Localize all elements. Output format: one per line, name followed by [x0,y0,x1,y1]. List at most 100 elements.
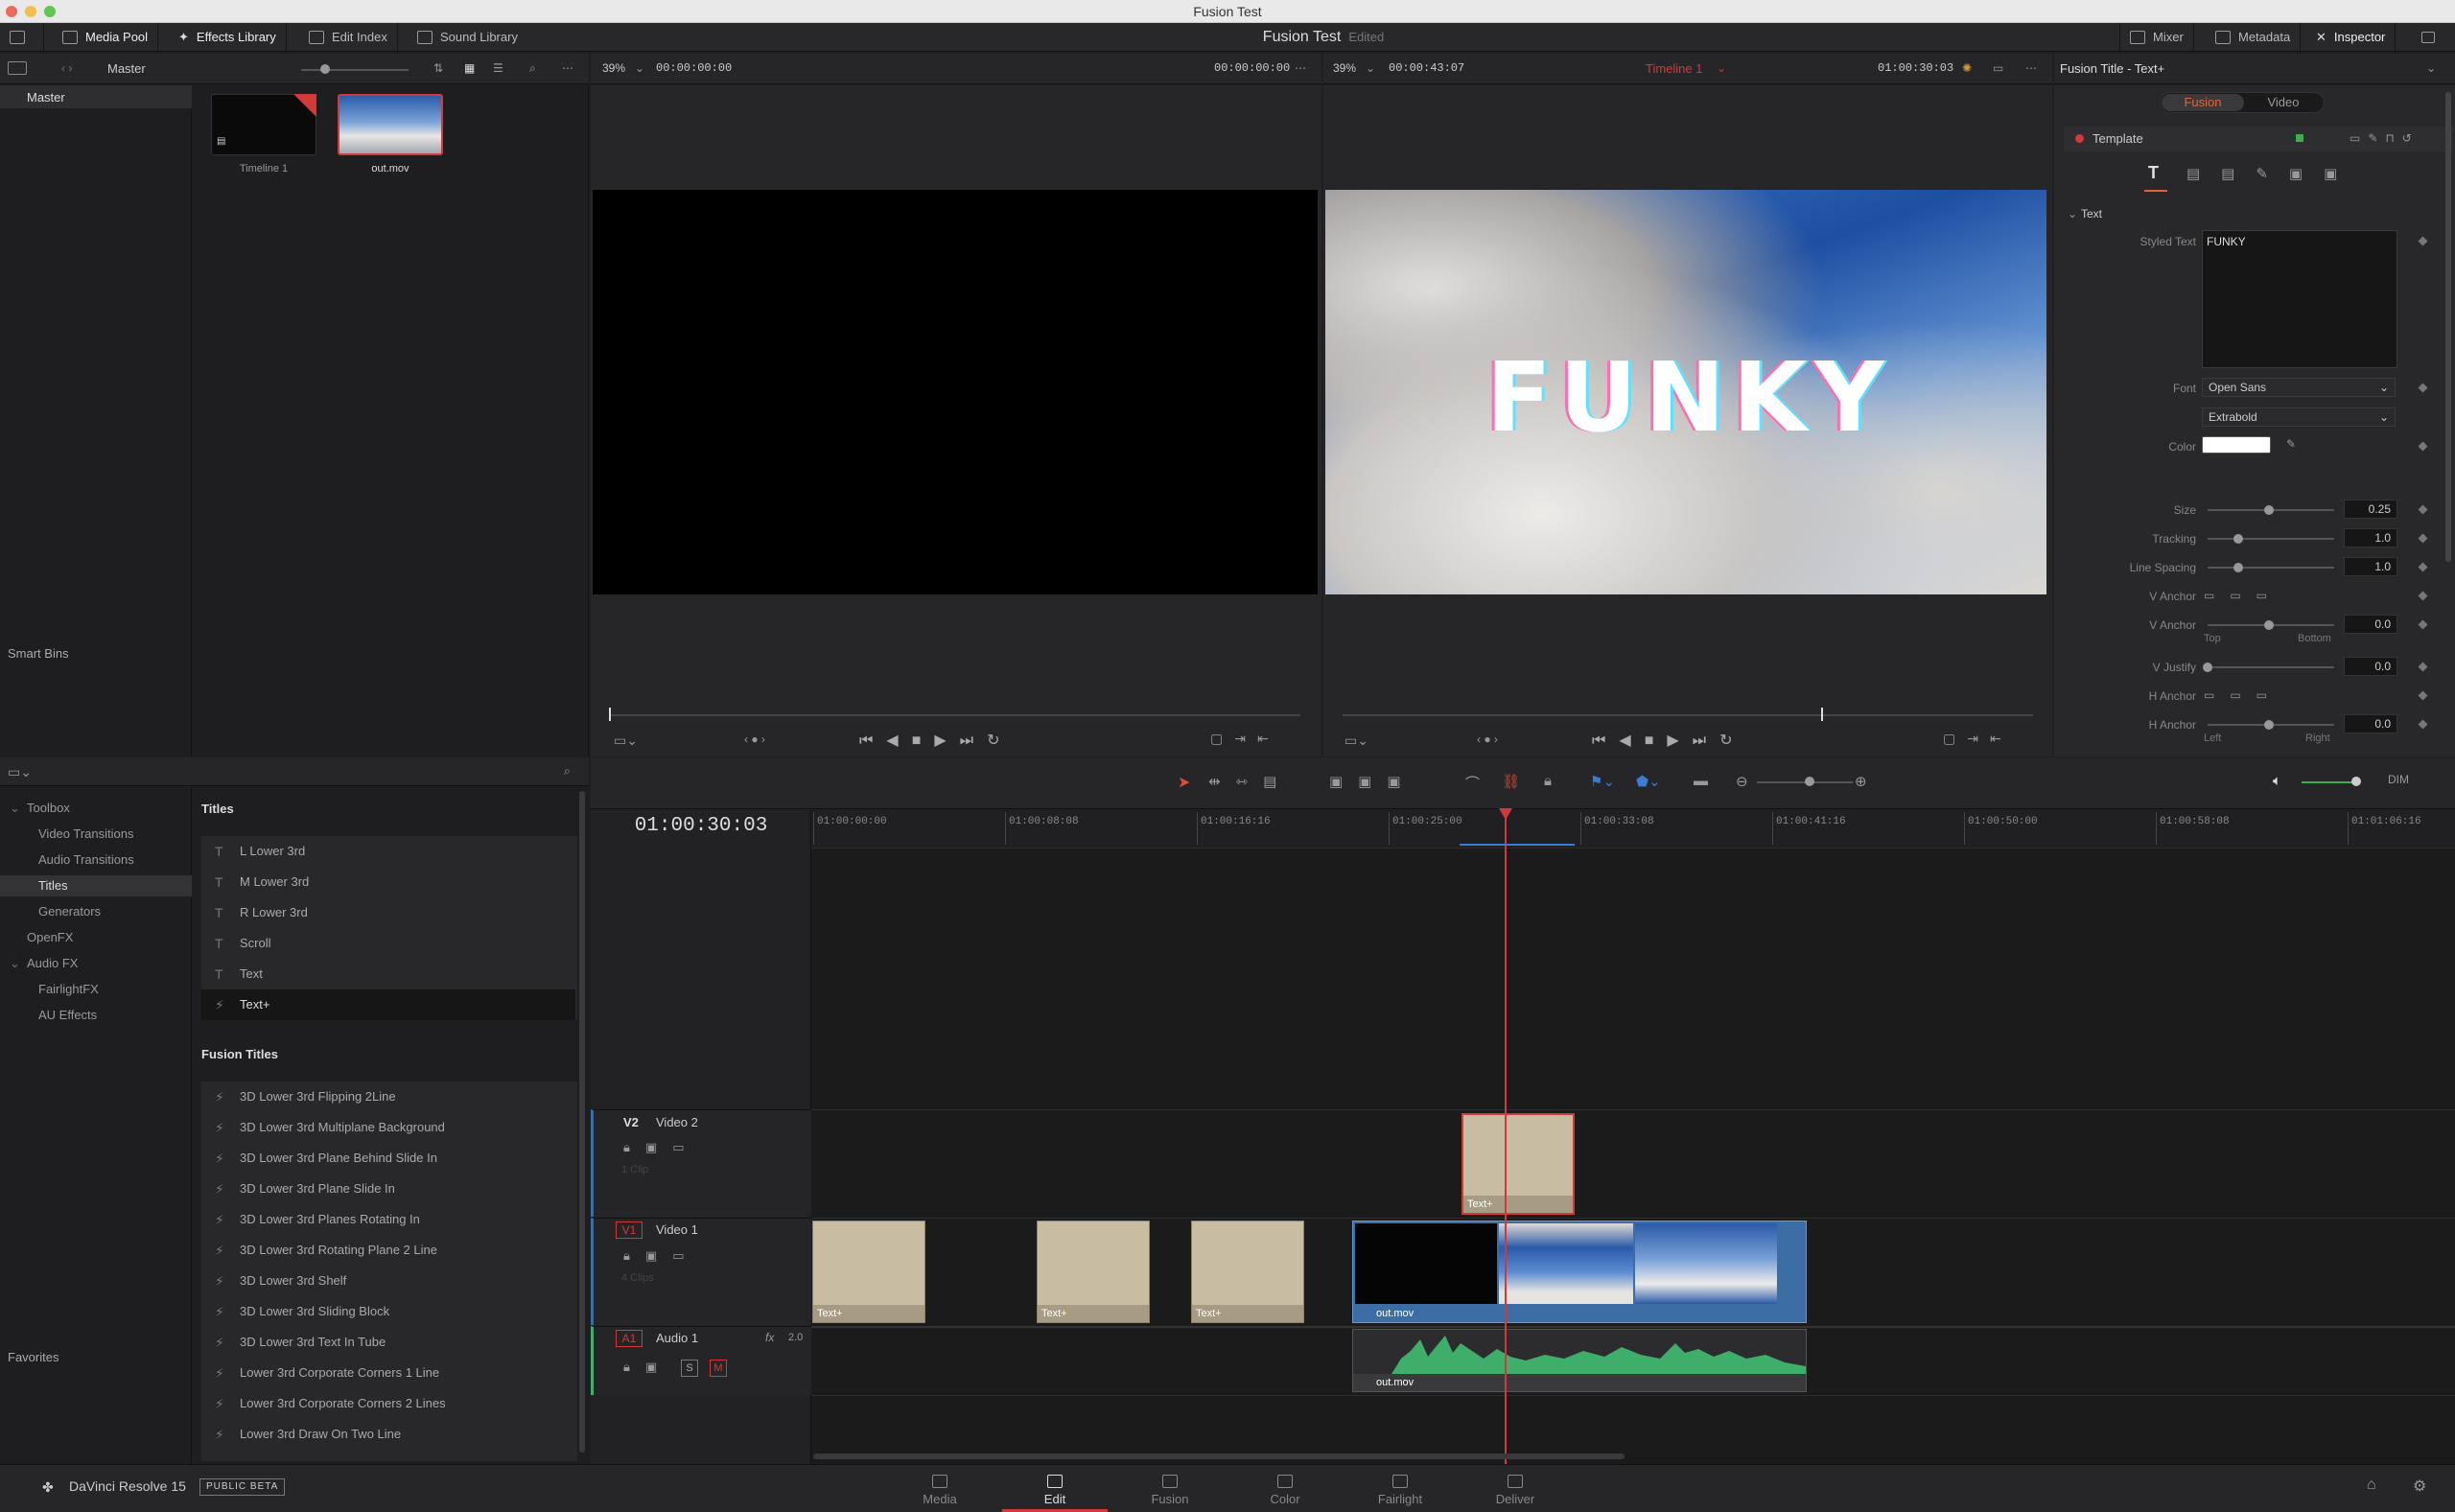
v-anchor-slider-knob[interactable] [2264,620,2274,630]
track-a1-fx[interactable]: fx [765,1331,774,1344]
fusion-title-list-item[interactable]: ⚡︎ 3D Lower 3rd Plane Behind Slide In [201,1143,575,1174]
source-zoom-chevron-icon[interactable]: ⌄ [635,61,644,75]
tree-item[interactable]: ⌄ Toolbox [0,798,192,819]
text-tab-icon[interactable]: T [2148,163,2159,183]
track-v1-controls[interactable]: 🔒︎▣▭ [623,1248,699,1264]
effects-library-button[interactable]: ✦ Effects Library [169,23,287,52]
font-select[interactable]: Open Sans ⌄ [2202,378,2396,397]
media-pool-button[interactable]: Media Pool [53,23,159,52]
effects-search-icon[interactable]: ⌕ [564,764,571,779]
timeline-viewer-mode-icon[interactable]: ▭⌄ [1344,733,1368,749]
tab-fusion[interactable]: Fusion [2162,94,2244,111]
inspector-button[interactable]: ✕ Inspector [2306,23,2397,52]
metadata-button[interactable]: Metadata [2206,23,2302,52]
timeline-clip-outmov-audio[interactable]: out.mov [1352,1329,1807,1392]
mixer-button[interactable]: Mixer [2119,23,2194,52]
solo-button[interactable]: S [681,1360,698,1377]
playhead-marker-icon[interactable] [1499,808,1512,820]
inspector-scrollbar[interactable] [2445,92,2451,562]
tree-item[interactable]: FairlightFX [0,979,192,1000]
source-transport-controls[interactable]: ⏮◀■▶⏭↻ [859,731,1013,750]
deliver-page-tab[interactable]: Deliver [1462,1465,1568,1512]
zoom-window-button[interactable] [44,6,56,17]
media-page-tab[interactable]: Media [887,1465,993,1512]
color-swatch[interactable] [2202,436,2271,454]
sidebar-toggle-icon[interactable] [8,61,27,75]
v-justify-value[interactable]: 0.0 [2344,657,2397,676]
timeline-clip-outmov-video[interactable]: out.mov [1352,1221,1807,1323]
flag-icon[interactable]: ⚑⌄ [1590,773,1615,790]
v-justify-slider-knob[interactable] [2203,663,2212,672]
h-anchor-buttons[interactable]: ▭▭▭ [2204,688,2282,702]
inspector-collapse-icon[interactable]: ⌄ [2426,61,2436,75]
fusion-title-list-item[interactable]: ⚡︎ 3D Lower 3rd Sliding Block [201,1296,575,1327]
edit-tool-icons[interactable]: ⇹⇿▤ [1208,773,1292,790]
color-page-tab[interactable]: Color [1232,1465,1338,1512]
position-lock-icon[interactable]: 🔒︎ [1544,773,1552,789]
thumbnail-size-slider-knob[interactable] [320,64,330,74]
timeline-clip-text-v2[interactable]: Text+ [1461,1113,1575,1215]
track-a1-controls[interactable]: 🔒︎▣ [623,1360,672,1375]
timeline-zoom-knob[interactable] [1805,777,1814,786]
title-list-item[interactable]: T Scroll [201,928,575,959]
source-options-icon[interactable]: ⋯ [1295,61,1306,75]
timeline-transport-controls[interactable]: ⏮◀■▶⏭↻ [1592,731,1745,750]
template-enable-icon[interactable] [2075,134,2084,143]
size-slider-knob[interactable] [2264,505,2274,515]
fusion-title-list-item[interactable]: ⚡︎ 3D Lower 3rd Multiplane Background [201,1112,575,1143]
title-list-item[interactable]: T R Lower 3rd [201,897,575,928]
v-justify-slider[interactable] [2208,666,2334,668]
timeline-clip-text-v1-a[interactable]: Text+ [812,1221,925,1323]
marker-icon[interactable]: ⬟⌄ [1636,773,1661,790]
grid-view-icon[interactable]: ▦ [464,61,475,75]
font-style-select[interactable]: Extrabold ⌄ [2202,407,2396,427]
sort-icon[interactable]: ⇅ [433,61,443,75]
minimize-window-button[interactable] [25,6,36,17]
viewer-layout-icon[interactable]: ▭ [1993,61,2003,75]
title-list-item[interactable]: T Text [201,959,575,989]
fusion-title-list-item[interactable]: ⚡︎ 3D Lower 3rd Plane Slide In [201,1174,575,1204]
line-spacing-slider-knob[interactable] [2233,563,2243,572]
dim-button[interactable]: DIM [2388,773,2409,786]
timeline-viewer-playhead[interactable] [1821,708,1823,721]
nav-arrows-icon[interactable]: ‹ › [61,61,72,75]
v-anchor-buttons[interactable]: ▭▭▭ [2204,589,2282,602]
line-spacing-value[interactable]: 1.0 [2344,557,2397,576]
timeline-zoom-chevron-icon[interactable]: ⌄ [1366,61,1375,75]
tree-item[interactable]: OpenFX [0,927,192,948]
source-playhead[interactable] [609,708,611,721]
timeline-playhead[interactable] [1505,810,1507,1464]
timeline-jog-icon[interactable]: ‹ ● › [1477,733,1498,746]
volume-slider-knob[interactable] [2351,777,2361,786]
home-icon[interactable]: ⌂ [2367,1477,2376,1494]
timeline-name-chevron-icon[interactable]: ⌄ [1717,61,1726,75]
inspector-subtab-icons[interactable]: ▤▤✎▣▣ [2186,165,2358,182]
fusion-page-tab[interactable]: Fusion [1117,1465,1223,1512]
fusion-title-list-item[interactable]: ⚡︎ 3D Lower 3rd Flipping 2Line [201,1082,575,1112]
timeline-zoom[interactable]: 39% [1333,61,1356,75]
source-viewer-mode-icon[interactable]: ▭⌄ [614,733,638,749]
clip-thumbnail-outmov[interactable] [338,94,443,155]
volume-slider[interactable] [2302,781,2359,783]
timeline-view-icon[interactable]: ▬ [1694,773,1708,789]
styled-text-field[interactable]: FUNKY [2202,230,2397,368]
fusion-title-list-item[interactable]: ⚡︎ 3D Lower 3rd Rotating Plane 2 Line [201,1235,575,1266]
h-anchor-slider-knob[interactable] [2264,720,2274,730]
volume-icon[interactable]: 🔈︎ [2273,773,2281,789]
track-id-v1[interactable]: V1 [616,1221,643,1239]
tree-item[interactable]: Generators [0,901,192,922]
track-id-a1[interactable]: A1 [616,1330,643,1347]
v-anchor-value[interactable]: 0.0 [2344,615,2397,634]
source-zoom[interactable]: 39% [602,61,625,75]
search-icon[interactable]: ⌕ [529,61,536,76]
title-list-item[interactable]: ⚡︎ Text+ [201,989,575,1020]
tree-item[interactable]: AU Effects [0,1005,192,1026]
effects-sidebar-toggle-icon[interactable]: ▭⌄ [8,764,32,780]
expand-toolbar-button[interactable] [2412,23,2444,52]
source-edit-buttons[interactable]: ▢⇥⇤ [1210,731,1280,747]
close-window-button[interactable] [6,6,17,17]
chevron-down-icon[interactable]: ⌄ [10,798,20,819]
track-v2-controls[interactable]: 🔒︎▣▭ [623,1140,699,1155]
edit-mode-icons[interactable]: ▣▣▣ [1329,773,1416,790]
track-name-v2[interactable]: Video 2 [656,1115,698,1129]
